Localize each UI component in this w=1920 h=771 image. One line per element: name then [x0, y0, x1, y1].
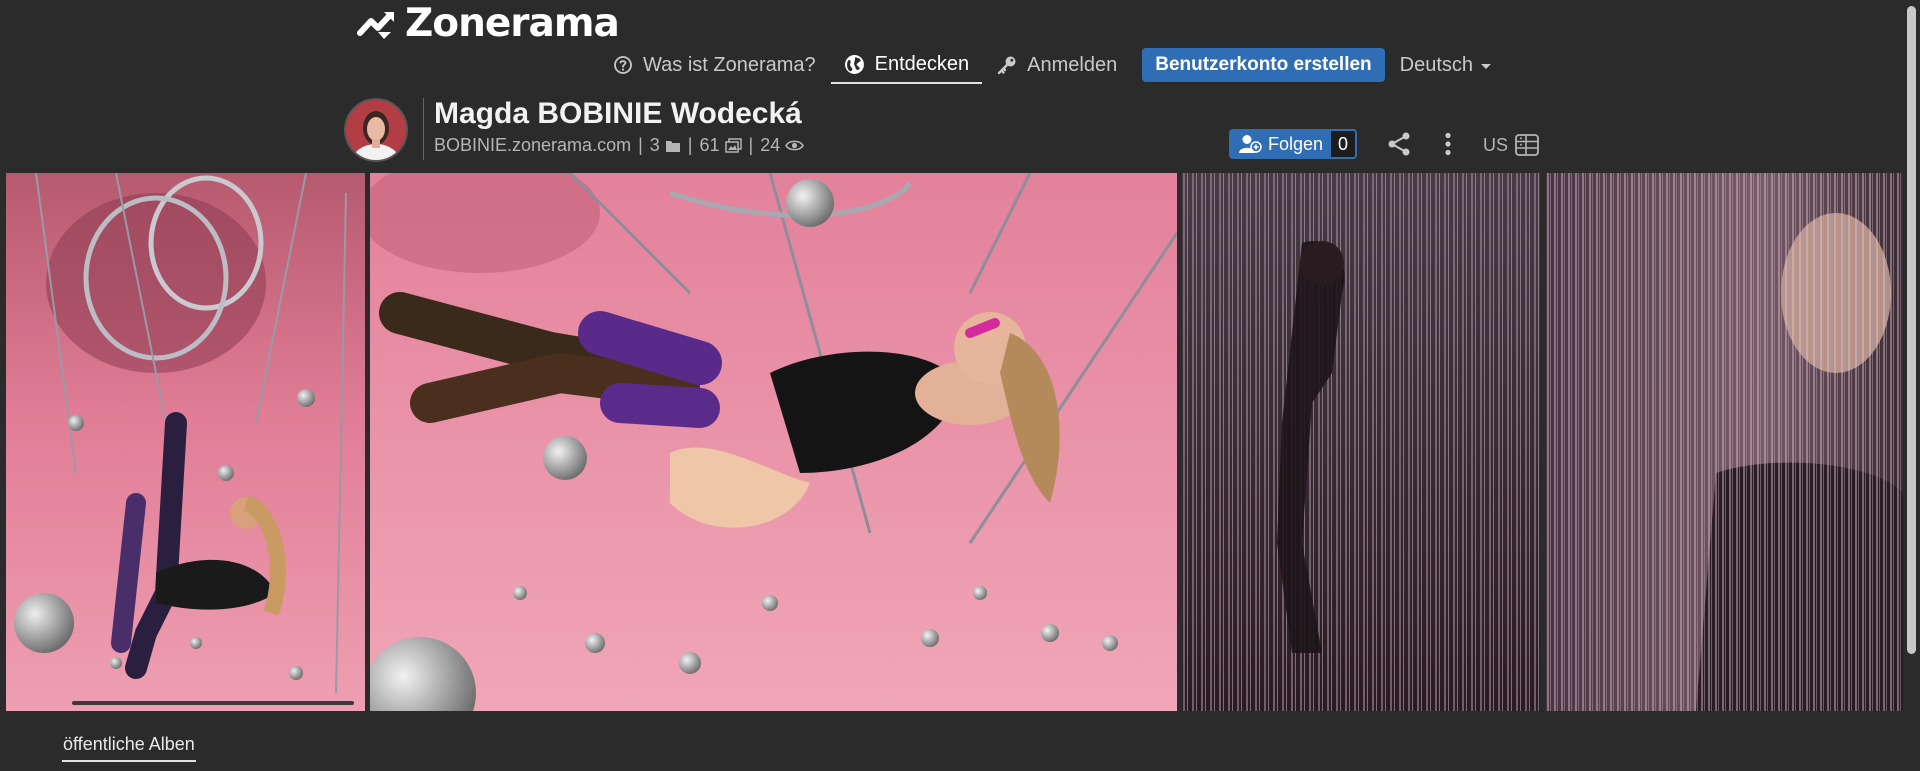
meta-separator: | [748, 135, 754, 155]
meta-separator: | [687, 135, 693, 155]
follow-button[interactable]: Folgen 0 [1229, 129, 1358, 159]
gallery-photo[interactable] [370, 173, 1177, 711]
album-tabs: öffentliche Alben [0, 712, 1903, 771]
nav-discover[interactable]: Entdecken [830, 46, 983, 84]
region-storage-indicator[interactable]: US [1483, 133, 1540, 157]
language-label: Deutsch [1399, 53, 1474, 76]
cover-photo-gallery [0, 173, 1903, 711]
nav-discover-label: Entdecken [874, 52, 970, 75]
language-dropdown[interactable]: Deutsch [1387, 46, 1504, 84]
follower-count: 0 [1329, 129, 1358, 159]
storage-icon [1515, 134, 1539, 156]
avatar[interactable] [344, 98, 408, 162]
scrollbar-thumb[interactable] [1907, 6, 1916, 654]
chevron-down-icon [1481, 63, 1492, 69]
share-icon[interactable] [1386, 131, 1412, 162]
tab-public-albums[interactable]: öffentliche Alben [62, 728, 196, 762]
key-icon [997, 56, 1016, 75]
nav-login[interactable]: Anmelden [984, 46, 1130, 84]
question-circle-icon [614, 56, 632, 74]
user-plus-icon [1239, 135, 1262, 153]
gallery-scroll-indicator[interactable] [72, 701, 354, 705]
top-navigation: Was ist Zonerama? Entdecken Anmelden Ben… [600, 46, 1504, 84]
eye-icon [785, 140, 805, 151]
profile-domain[interactable]: BOBINIE.zonerama.com [434, 135, 631, 156]
profile-name: Magda BOBINIE Wodecká [434, 97, 802, 130]
meta-separator: | [638, 135, 643, 155]
create-account-button[interactable]: Benutzerkonto erstellen [1142, 48, 1385, 82]
photo-count: 61 [699, 135, 720, 155]
logo-text: Zonerama [405, 0, 620, 46]
folder-icon [665, 140, 680, 152]
photos-icon [724, 138, 742, 153]
gallery-photo[interactable] [1182, 173, 1540, 711]
profile-divider [423, 98, 424, 160]
region-label: US [1483, 134, 1509, 155]
nav-what-is-zonerama[interactable]: Was ist Zonerama? [600, 46, 829, 84]
logo-icon [357, 12, 394, 39]
nav-what-is-label: Was ist Zonerama? [643, 53, 816, 76]
nav-login-label: Anmelden [1027, 53, 1118, 76]
view-count: 24 [760, 135, 781, 155]
page-scrollbar[interactable] [1903, 0, 1920, 771]
gallery-photo[interactable] [6, 173, 365, 711]
album-count: 3 [649, 135, 660, 155]
more-vertical-icon[interactable] [1444, 132, 1452, 161]
globe-icon [844, 54, 864, 74]
profile-meta: BOBINIE.zonerama.com | 3 | 61 | 24 [434, 135, 805, 156]
follow-label: Folgen [1268, 133, 1324, 154]
zonerama-logo[interactable]: Zonerama [357, 0, 620, 46]
gallery-photo[interactable] [1546, 173, 1903, 711]
